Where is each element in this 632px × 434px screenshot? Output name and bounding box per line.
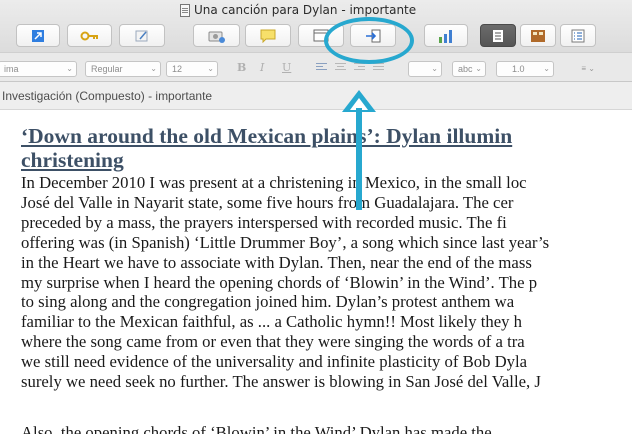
chevron-down-icon: ⌄ — [66, 64, 73, 73]
document-heading[interactable]: ‘Down around the old Mexican plains’: Dy… — [21, 124, 632, 172]
editor-path-bar[interactable]: Investigación (Compuesto) - importante — [0, 82, 632, 110]
font-size-value: 12 — [172, 64, 183, 74]
annotation-ring — [324, 17, 414, 64]
paragraph-line: in the Heart we have to associate with D… — [21, 252, 532, 272]
bar-chart-icon — [439, 29, 452, 43]
chevron-down-icon: ⌄ — [150, 64, 157, 73]
paragraph-line: surely we need seek no further. The answ… — [21, 372, 541, 392]
key-icon — [80, 31, 98, 40]
paragraph-line: to sing along and the congregation joine… — [21, 292, 515, 312]
go-to-button[interactable] — [16, 24, 60, 47]
expand-arrow-icon — [32, 29, 44, 42]
document-paragraph[interactable]: In December 2010 I was present at a chri… — [21, 173, 632, 392]
camera-icon — [208, 31, 225, 43]
paragraph-line: where the song came from or even that th… — [21, 332, 525, 352]
align-center-button[interactable] — [335, 63, 346, 73]
view-corkboard-button[interactable] — [520, 24, 556, 47]
window-title: Una canción para Dylan - importante — [180, 2, 416, 18]
view-scrivenings-button[interactable] — [480, 24, 516, 47]
font-style-select[interactable]: Regular ⌄ — [85, 61, 161, 77]
font-size-select[interactable]: 12 ⌄ — [166, 61, 218, 77]
paragraph-line: offering was (in Spanish) ‘Little Drumme… — [21, 232, 550, 252]
snapshot-button[interactable] — [193, 24, 240, 47]
line-spacing-select[interactable]: 1.0 ⌄ — [496, 61, 554, 77]
comment-button[interactable] — [245, 24, 291, 47]
italic-button[interactable]: I — [260, 61, 264, 75]
view-outliner-button[interactable] — [560, 24, 596, 47]
chevron-down-icon: ⌄ — [207, 64, 214, 73]
path-text: Investigación (Compuesto) - importante — [2, 89, 213, 103]
list-icon: ≡ ⌄ — [581, 64, 595, 73]
paragraph-line: my surprise when I heard the opening cho… — [21, 272, 538, 292]
outline-list-icon — [571, 29, 585, 42]
paragraph-line: familiar to the Mexican faithful, as ...… — [21, 312, 522, 332]
notes-button[interactable] — [119, 24, 165, 47]
paragraph-line: preceded by a mass, the prayers interspe… — [21, 212, 507, 232]
align-left-button[interactable] — [316, 63, 327, 73]
paragraph-line: In December 2010 I was present at a chri… — [21, 173, 527, 192]
underline-button[interactable]: U — [282, 61, 291, 75]
bold-button[interactable]: B — [237, 61, 246, 75]
format-bar: ima ⌄ Regular ⌄ 12 ⌄ B I U ⌄ abc ⌄ 1.0 ⌄… — [0, 52, 632, 82]
align-justify-button[interactable] — [373, 63, 384, 73]
annotation-arrow-shaft — [356, 108, 362, 210]
stacked-docs-icon — [493, 29, 503, 42]
chevron-down-icon: ⌄ — [431, 64, 438, 73]
pencil-icon — [135, 30, 148, 41]
list-select[interactable]: ≡ ⌄ — [566, 61, 606, 77]
highlight-select[interactable]: abc ⌄ — [452, 61, 486, 77]
corkboard-icon — [531, 29, 545, 42]
speech-bubble-icon — [260, 29, 276, 43]
paragraph-line: we still need evidence of the universali… — [21, 352, 528, 372]
line-spacing-value: 1.0 — [512, 64, 525, 74]
text-editor[interactable]: ‘Down around the old Mexican plains’: Dy… — [0, 110, 632, 434]
chevron-down-icon: ⌄ — [475, 64, 482, 73]
text-color-select[interactable]: ⌄ — [408, 61, 442, 77]
document-proxy-icon[interactable] — [180, 3, 190, 17]
heading-line: christening — [21, 148, 124, 172]
window-title-text: Una canción para Dylan - importante — [194, 3, 417, 17]
document-paragraph-2[interactable]: Also, the opening chords of ‘Blowin’ in … — [21, 423, 632, 434]
paragraph-line: José del Valle in Nayarit state, some fi… — [21, 192, 514, 212]
font-family-value: ima — [4, 64, 19, 74]
font-style-value: Regular — [91, 64, 123, 74]
keywords-button[interactable] — [67, 24, 112, 47]
align-right-button[interactable] — [354, 63, 365, 73]
statistics-button[interactable] — [424, 24, 468, 47]
highlight-label: abc — [458, 64, 473, 74]
title-bar: Una canción para Dylan - importante — [0, 0, 632, 52]
font-family-select[interactable]: ima ⌄ — [0, 61, 77, 77]
heading-line: ‘Down around the old Mexican plains’: Dy… — [21, 124, 513, 148]
chevron-down-icon: ⌄ — [543, 64, 550, 73]
